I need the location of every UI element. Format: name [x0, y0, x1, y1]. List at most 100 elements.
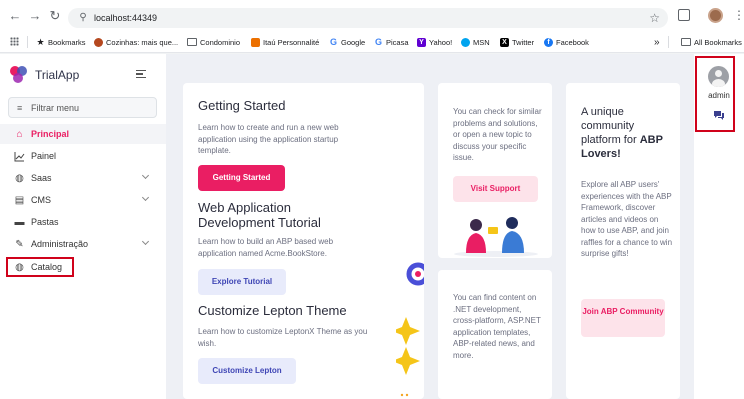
sidebar-item-cms[interactable]: ▤ CMS: [0, 190, 166, 210]
support-illustration: [454, 217, 538, 257]
profile-avatar[interactable]: [708, 8, 723, 23]
apps-grid-icon[interactable]: [10, 37, 19, 46]
chevron-down-icon: [141, 193, 150, 202]
tutorial-text: Learn how to build an ABP based web appl…: [198, 237, 334, 258]
bookmark-bookmarks[interactable]: ★ Bookmarks: [36, 35, 86, 49]
sidebar-item-label: Painel: [31, 151, 57, 161]
bookmark-label: Facebook: [556, 37, 589, 47]
main-content: Getting Started Learn how to create and …: [166, 54, 694, 399]
site-icon: [94, 37, 103, 47]
sidebar-item-administracao[interactable]: ✎ Administração: [0, 234, 166, 254]
sidebar-item-label: Principal: [31, 129, 70, 139]
globe-icon: ◍: [15, 173, 24, 184]
explore-tutorial-button[interactable]: Explore Tutorial: [198, 269, 286, 295]
chevron-down-icon: [141, 171, 150, 180]
address-bar[interactable]: ⚲ localhost:44349 ☆: [68, 8, 668, 28]
abp-lovers-title: A unique community platform for ABP Love…: [581, 105, 676, 161]
browser-menu-icon[interactable]: ⋮: [733, 8, 744, 22]
bookmark-label: Picasa: [386, 37, 409, 47]
bookmark-condominio[interactable]: Condominio: [187, 35, 240, 49]
customize-lepton-button[interactable]: Customize Lepton: [198, 358, 296, 384]
bookmarks-separator: [668, 36, 669, 48]
filter-icon: ≡: [17, 103, 23, 113]
bookmark-twitter[interactable]: X Twitter: [500, 35, 534, 49]
catalog-highlight-box: [6, 257, 74, 277]
sidebar-item-label: CMS: [31, 195, 51, 205]
bookmark-label: Condominio: [200, 37, 241, 47]
app-brand[interactable]: TrialApp: [35, 68, 79, 82]
getting-started-title: Getting Started: [198, 98, 286, 113]
forward-icon[interactable]: →: [28, 9, 42, 23]
menu-toggle-icon[interactable]: [136, 70, 146, 78]
support-card: You can check for similar problems and s…: [438, 83, 552, 258]
lepton-title: Customize Lepton Theme: [198, 303, 347, 318]
browser-chrome: ← → ↻ ⚲ localhost:44349 ☆ ⋮ ★ Bookmarks …: [0, 0, 744, 53]
bookmark-label: Google: [341, 37, 366, 47]
right-toolbar: admin: [694, 54, 744, 399]
facebook-icon: f: [544, 37, 553, 47]
x-icon: X: [500, 37, 509, 47]
bookmark-label: Itaú Personnalité: [263, 37, 320, 47]
wrench-icon: ✎: [15, 239, 24, 250]
site-info-icon[interactable]: ⚲: [76, 11, 90, 25]
filter-menu-input[interactable]: ≡ Filtrar menu: [8, 97, 157, 118]
trialapp-logo[interactable]: [10, 66, 28, 84]
msn-icon: [461, 37, 470, 47]
bookmark-itau[interactable]: Itaú Personnalité: [251, 35, 319, 49]
bookmarks-bar: ★ Bookmarks Cozinhas: mais que... Condom…: [0, 33, 744, 51]
sidebar-item-label: Administração: [31, 239, 89, 249]
url-text[interactable]: localhost:44349: [94, 11, 157, 25]
admin-highlight-box: [695, 56, 735, 132]
lepton-text: Learn how to customize LeptonX Theme as …: [198, 327, 368, 348]
bookmark-label: MSN: [473, 37, 490, 47]
bookmarks-overflow[interactable]: »: [654, 35, 660, 49]
community-news-card: You can find content on .NET development…: [438, 270, 552, 399]
chart-icon: [14, 151, 25, 162]
yahoo-icon: Y: [417, 37, 426, 47]
bookmark-label: Twitter: [512, 37, 535, 47]
reload-icon[interactable]: ↻: [48, 9, 62, 23]
sidebar-item-principal[interactable]: ⌂ Principal: [0, 124, 166, 144]
bookmark-facebook[interactable]: f Facebook: [544, 35, 589, 49]
bookmark-msn[interactable]: MSN: [461, 35, 490, 49]
bookmark-picasa[interactable]: G Picasa: [374, 35, 409, 49]
filter-placeholder: Filtrar menu: [31, 103, 80, 113]
community-news-text: You can find content on .NET development…: [453, 293, 541, 360]
sidebar-item-label: Saas: [31, 173, 52, 183]
tutorial-title: Web Application Development Tutorial: [198, 200, 321, 230]
join-abp-community-button[interactable]: Join ABP Community: [581, 299, 665, 337]
bookmark-label: Cozinhas: mais que...: [106, 37, 179, 47]
itau-icon: [251, 37, 260, 47]
sidebar-item-label: Pastas: [31, 217, 59, 227]
server-icon: ▤: [14, 195, 25, 206]
all-bookmarks-label: All Bookmarks: [694, 37, 742, 47]
bookmark-cozinhas[interactable]: Cozinhas: mais que...: [94, 35, 178, 49]
getting-started-card: Getting Started Learn how to create and …: [183, 83, 424, 399]
abp-lovers-title-prefix: A unique community platform for: [581, 106, 640, 146]
bookmark-yahoo[interactable]: Y Yahoo!: [417, 35, 452, 49]
getting-started-text: Learn how to create and run a new web ap…: [198, 123, 339, 155]
abp-lovers-text: Explore all ABP users' experiences with …: [581, 180, 673, 258]
sidebar-item-pastas[interactable]: ▬ Pastas: [0, 212, 166, 232]
folder-icon: [681, 38, 691, 46]
folder-icon: ▬: [14, 217, 25, 228]
app-sidebar: TrialApp ≡ Filtrar menu ⌂ Principal Pain…: [0, 54, 166, 399]
sidebar-item-saas[interactable]: ◍ Saas: [0, 168, 166, 188]
all-bookmarks[interactable]: All Bookmarks: [681, 35, 742, 49]
chevron-down-icon: [141, 237, 150, 246]
home-icon: ⌂: [16, 129, 23, 140]
visit-support-button[interactable]: Visit Support: [453, 176, 538, 202]
extensions-icon[interactable]: [678, 9, 690, 21]
folder-icon: [187, 38, 197, 46]
sidebar-item-painel[interactable]: Painel: [0, 146, 166, 166]
bookmark-star-icon[interactable]: ☆: [649, 10, 660, 26]
back-icon[interactable]: ←: [8, 9, 22, 23]
support-text: You can check for similar problems and s…: [453, 107, 542, 162]
bookmark-google[interactable]: G Google: [329, 35, 365, 49]
bookmark-label: Bookmarks: [48, 37, 86, 47]
abp-lovers-card: A unique community platform for ABP Love…: [566, 83, 680, 399]
star-icon: ★: [36, 36, 45, 47]
getting-started-button[interactable]: Getting Started: [198, 165, 285, 191]
google-icon: G: [374, 36, 382, 47]
decorative-shapes: [396, 262, 424, 397]
